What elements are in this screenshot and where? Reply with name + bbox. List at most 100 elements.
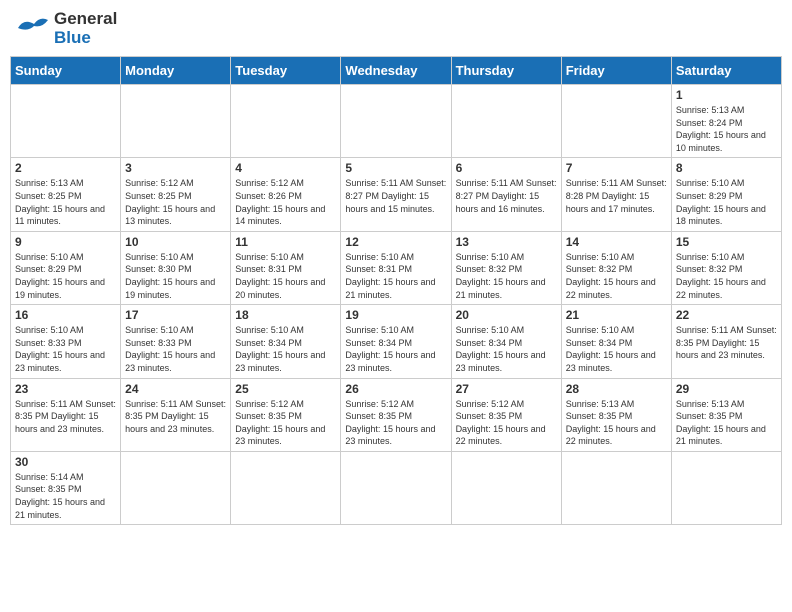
day-number: 16 bbox=[15, 308, 116, 322]
calendar-cell bbox=[121, 451, 231, 524]
day-header-tuesday: Tuesday bbox=[231, 57, 341, 85]
day-number: 12 bbox=[345, 235, 446, 249]
calendar-cell: 15 Sunrise: 5:10 AM Sunset: 8:32 PM Dayli… bbox=[671, 231, 781, 304]
calendar-cell: 10 Sunrise: 5:10 AM Sunset: 8:30 PM Dayli… bbox=[121, 231, 231, 304]
day-info: Sunrise: 5:10 AM Sunset: 8:33 PM Dayligh… bbox=[125, 324, 226, 374]
day-header-saturday: Saturday bbox=[671, 57, 781, 85]
calendar-cell: 8Sunrise: 5:10 AM Sunset: 8:29 PM Daylig… bbox=[671, 158, 781, 231]
day-number: 11 bbox=[235, 235, 336, 249]
day-number: 9 bbox=[15, 235, 116, 249]
calendar-week-2: 9Sunrise: 5:10 AM Sunset: 8:29 PM Daylig… bbox=[11, 231, 782, 304]
day-number: 18 bbox=[235, 308, 336, 322]
calendar-cell: 5 Sunrise: 5:11 AM Sunset: 8:27 PM Daylig… bbox=[341, 158, 451, 231]
day-number: 27 bbox=[456, 382, 557, 396]
logo: General Blue bbox=[14, 10, 117, 48]
calendar-cell: 1 Sunrise: 5:13 AM Sunset: 8:24 PM Daylig… bbox=[671, 85, 781, 158]
day-info: Sunrise: 5:10 AM Sunset: 8:32 PM Dayligh… bbox=[566, 251, 667, 301]
day-number: 21 bbox=[566, 308, 667, 322]
calendar-cell bbox=[561, 85, 671, 158]
day-number: 17 bbox=[125, 308, 226, 322]
calendar-cell: 3Sunrise: 5:12 AM Sunset: 8:25 PM Daylig… bbox=[121, 158, 231, 231]
day-info: Sunrise: 5:10 AM Sunset: 8:34 PM Dayligh… bbox=[235, 324, 336, 374]
day-info: Sunrise: 5:10 AM Sunset: 8:32 PM Dayligh… bbox=[456, 251, 557, 301]
day-info: Sunrise: 5:13 AM Sunset: 8:35 PM Dayligh… bbox=[566, 398, 667, 448]
day-number: 1 bbox=[676, 88, 777, 102]
calendar-cell: 18 Sunrise: 5:10 AM Sunset: 8:34 PM Dayli… bbox=[231, 305, 341, 378]
day-number: 22 bbox=[676, 308, 777, 322]
calendar-cell: 27 Sunrise: 5:12 AM Sunset: 8:35 PM Dayli… bbox=[451, 378, 561, 451]
day-number: 3 bbox=[125, 161, 226, 175]
calendar-cell: 4 Sunrise: 5:12 AM Sunset: 8:26 PM Daylig… bbox=[231, 158, 341, 231]
calendar-cell bbox=[121, 85, 231, 158]
calendar-cell: 6Sunrise: 5:11 AM Sunset: 8:27 PM Daylig… bbox=[451, 158, 561, 231]
calendar-cell: 30Sunrise: 5:14 AM Sunset: 8:35 PM Dayli… bbox=[11, 451, 121, 524]
calendar-cell: 29Sunrise: 5:13 AM Sunset: 8:35 PM Dayli… bbox=[671, 378, 781, 451]
day-info: Sunrise: 5:10 AM Sunset: 8:34 PM Dayligh… bbox=[456, 324, 557, 374]
day-info: Sunrise: 5:11 AM Sunset: 8:27 PM Dayligh… bbox=[456, 177, 557, 215]
logo-text-block: General Blue bbox=[14, 10, 117, 48]
day-info: Sunrise: 5:10 AM Sunset: 8:30 PM Dayligh… bbox=[125, 251, 226, 301]
day-number: 10 bbox=[125, 235, 226, 249]
day-info: Sunrise: 5:10 AM Sunset: 8:33 PM Dayligh… bbox=[15, 324, 116, 374]
calendar-cell: 25 Sunrise: 5:12 AM Sunset: 8:35 PM Dayli… bbox=[231, 378, 341, 451]
day-number: 23 bbox=[15, 382, 116, 396]
day-number: 5 bbox=[345, 161, 446, 175]
calendar-week-1: 2 Sunrise: 5:13 AM Sunset: 8:25 PM Daylig… bbox=[11, 158, 782, 231]
logo-bird-icon bbox=[14, 10, 52, 48]
day-header-thursday: Thursday bbox=[451, 57, 561, 85]
day-info: Sunrise: 5:13 AM Sunset: 8:24 PM Dayligh… bbox=[676, 104, 777, 154]
calendar-cell: 24Sunrise: 5:11 AM Sunset: 8:35 PM Dayli… bbox=[121, 378, 231, 451]
day-number: 4 bbox=[235, 161, 336, 175]
calendar-cell: 22 Sunrise: 5:11 AM Sunset: 8:35 PM Dayli… bbox=[671, 305, 781, 378]
day-header-sunday: Sunday bbox=[11, 57, 121, 85]
calendar-cell bbox=[341, 85, 451, 158]
calendar-cell bbox=[451, 85, 561, 158]
day-number: 15 bbox=[676, 235, 777, 249]
calendar-cell: 28Sunrise: 5:13 AM Sunset: 8:35 PM Dayli… bbox=[561, 378, 671, 451]
calendar-cell: 12Sunrise: 5:10 AM Sunset: 8:31 PM Dayli… bbox=[341, 231, 451, 304]
day-header-wednesday: Wednesday bbox=[341, 57, 451, 85]
calendar-cell: 13 Sunrise: 5:10 AM Sunset: 8:32 PM Dayli… bbox=[451, 231, 561, 304]
calendar-cell: 11Sunrise: 5:10 AM Sunset: 8:31 PM Dayli… bbox=[231, 231, 341, 304]
calendar-table: SundayMondayTuesdayWednesdayThursdayFrid… bbox=[10, 56, 782, 525]
day-info: Sunrise: 5:11 AM Sunset: 8:35 PM Dayligh… bbox=[125, 398, 226, 436]
day-info: Sunrise: 5:13 AM Sunset: 8:25 PM Dayligh… bbox=[15, 177, 116, 227]
day-number: 25 bbox=[235, 382, 336, 396]
day-info: Sunrise: 5:12 AM Sunset: 8:26 PM Dayligh… bbox=[235, 177, 336, 227]
day-info: Sunrise: 5:10 AM Sunset: 8:34 PM Dayligh… bbox=[566, 324, 667, 374]
calendar-cell: 19 Sunrise: 5:10 AM Sunset: 8:34 PM Dayli… bbox=[341, 305, 451, 378]
day-number: 20 bbox=[456, 308, 557, 322]
calendar-cell bbox=[231, 85, 341, 158]
day-header-monday: Monday bbox=[121, 57, 231, 85]
calendar-cell: 16 Sunrise: 5:10 AM Sunset: 8:33 PM Dayli… bbox=[11, 305, 121, 378]
calendar-cell: 17 Sunrise: 5:10 AM Sunset: 8:33 PM Dayli… bbox=[121, 305, 231, 378]
day-number: 26 bbox=[345, 382, 446, 396]
day-number: 8 bbox=[676, 161, 777, 175]
calendar-cell: 21 Sunrise: 5:10 AM Sunset: 8:34 PM Dayli… bbox=[561, 305, 671, 378]
day-number: 19 bbox=[345, 308, 446, 322]
calendar-week-4: 23 Sunrise: 5:11 AM Sunset: 8:35 PM Dayli… bbox=[11, 378, 782, 451]
calendar-header-row: SundayMondayTuesdayWednesdayThursdayFrid… bbox=[11, 57, 782, 85]
day-number: 13 bbox=[456, 235, 557, 249]
day-info: Sunrise: 5:11 AM Sunset: 8:28 PM Dayligh… bbox=[566, 177, 667, 215]
day-info: Sunrise: 5:12 AM Sunset: 8:35 PM Dayligh… bbox=[456, 398, 557, 448]
day-number: 2 bbox=[15, 161, 116, 175]
calendar-cell bbox=[231, 451, 341, 524]
calendar-cell bbox=[11, 85, 121, 158]
calendar-cell bbox=[451, 451, 561, 524]
day-info: Sunrise: 5:12 AM Sunset: 8:35 PM Dayligh… bbox=[235, 398, 336, 448]
calendar-cell: 23 Sunrise: 5:11 AM Sunset: 8:35 PM Dayli… bbox=[11, 378, 121, 451]
calendar-cell: 2 Sunrise: 5:13 AM Sunset: 8:25 PM Daylig… bbox=[11, 158, 121, 231]
calendar-cell: 26Sunrise: 5:12 AM Sunset: 8:35 PM Dayli… bbox=[341, 378, 451, 451]
day-info: Sunrise: 5:11 AM Sunset: 8:35 PM Dayligh… bbox=[676, 324, 777, 362]
day-info: Sunrise: 5:10 AM Sunset: 8:34 PM Dayligh… bbox=[345, 324, 446, 374]
calendar-cell bbox=[671, 451, 781, 524]
day-number: 29 bbox=[676, 382, 777, 396]
calendar-week-5: 30Sunrise: 5:14 AM Sunset: 8:35 PM Dayli… bbox=[11, 451, 782, 524]
day-number: 7 bbox=[566, 161, 667, 175]
day-info: Sunrise: 5:11 AM Sunset: 8:35 PM Dayligh… bbox=[15, 398, 116, 436]
day-number: 30 bbox=[15, 455, 116, 469]
day-info: Sunrise: 5:11 AM Sunset: 8:27 PM Dayligh… bbox=[345, 177, 446, 215]
day-info: Sunrise: 5:10 AM Sunset: 8:32 PM Dayligh… bbox=[676, 251, 777, 301]
calendar-cell bbox=[341, 451, 451, 524]
